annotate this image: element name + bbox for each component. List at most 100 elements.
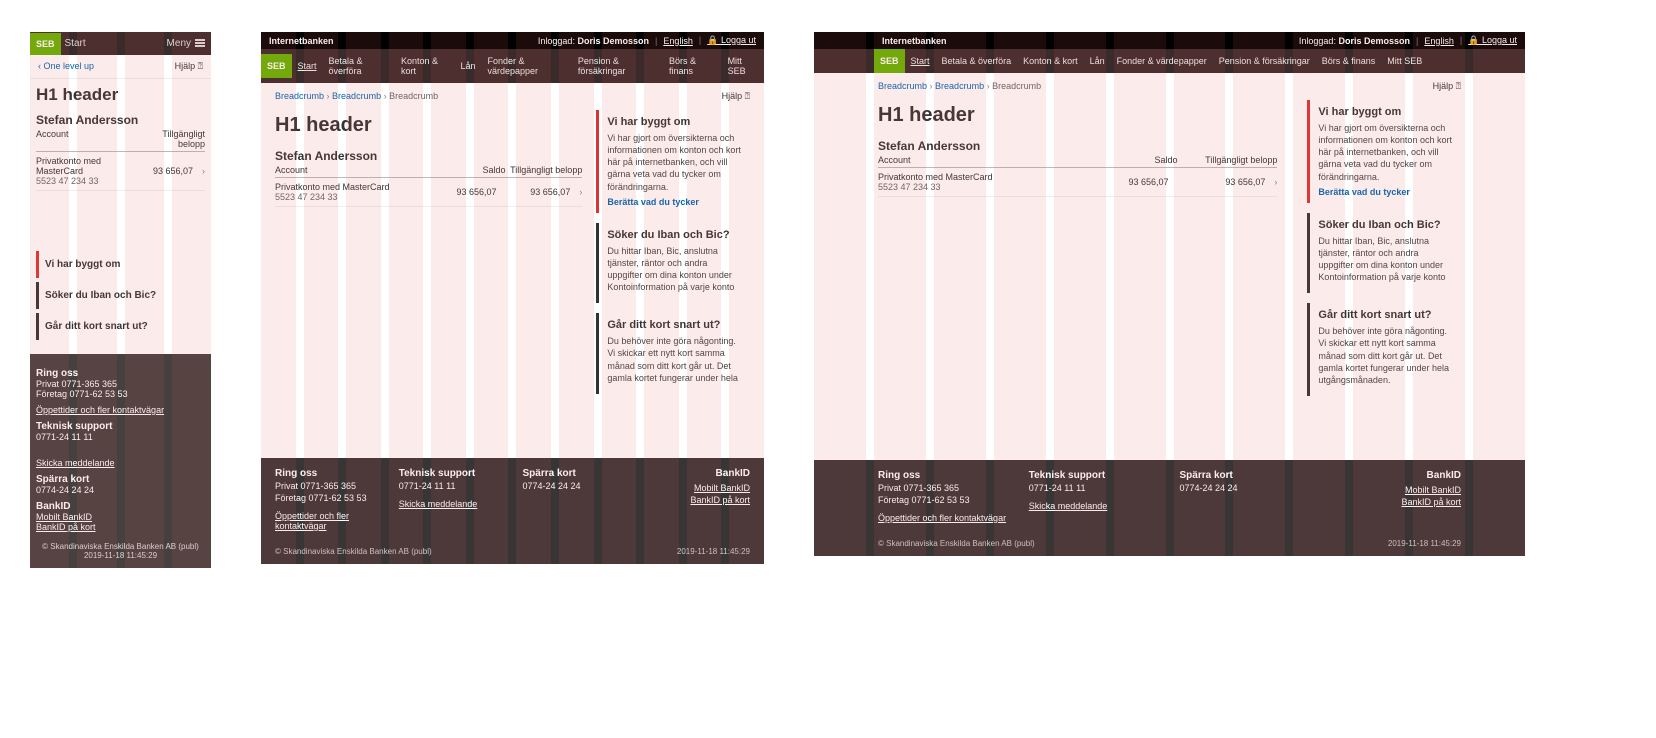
account-table-header: Account Saldo Tillgängligt belopp xyxy=(275,165,582,178)
nav-item[interactable]: Lån xyxy=(454,54,481,78)
footer-bankid-mobilt[interactable]: Mobilt BankID xyxy=(1405,485,1461,495)
account-saldo: 93 656,07 xyxy=(1072,177,1169,187)
desktop-frame: Internetbanken Inloggad: Doris Demosson … xyxy=(814,32,1525,556)
crumb-c: Breadcrumb xyxy=(992,81,1041,91)
account-table-header: Account Tillgängligt belopp xyxy=(36,129,205,152)
footer-bankid-kort[interactable]: BankID på kort xyxy=(1401,497,1461,507)
footer-legal: © Skandinaviska Enskilda Banken AB (publ… xyxy=(42,542,199,551)
footer-bankid-mobilt[interactable]: Mobilt BankID xyxy=(694,483,750,493)
footer-support-title: Teknisk support xyxy=(1029,470,1160,481)
nav-title: Start xyxy=(61,38,161,49)
card-title: Söker du Iban och Bic? xyxy=(607,229,742,241)
mobile-frame: SEB Start Meny One level up Hjälp H1 hea… xyxy=(30,32,211,568)
nav-item[interactable]: Pension & försäkringar xyxy=(572,49,663,83)
nav-start[interactable]: Start xyxy=(905,49,936,73)
card-iban[interactable]: Söker du Iban och Bic? xyxy=(36,282,205,309)
nav-item[interactable]: Börs & finans xyxy=(1316,49,1382,73)
lock-icon: 🔒 xyxy=(707,35,718,45)
footer-bankid-kort[interactable]: BankID på kort xyxy=(36,522,96,532)
nav-item[interactable]: Fonder & värdepapper xyxy=(481,49,571,83)
account-number: 5523 47 234 33 xyxy=(36,176,141,186)
card-kort: Går ditt kort snart ut? Du behöver inte … xyxy=(1307,303,1461,396)
account-row[interactable]: Privatkonto med MasterCard 5523 47 234 3… xyxy=(36,152,205,191)
account-row[interactable]: Privatkonto med MasterCard 5523 47 234 3… xyxy=(878,168,1277,197)
help-link[interactable]: Hjälp xyxy=(722,91,750,102)
footer-bankid-mobilt[interactable]: Mobilt BankID xyxy=(36,512,92,522)
card-body: Du hittar Iban, Bic, anslutna tjänster, … xyxy=(1318,235,1453,284)
footer-openings[interactable]: Öppettider och fler kontaktvägar xyxy=(878,513,1009,523)
footer-ring-privat: Privat 0771-365 365 xyxy=(36,379,205,389)
footer: Ring oss Privat 0771-365 365 Företag 077… xyxy=(814,460,1525,556)
footer-send[interactable]: Skicka meddelande xyxy=(399,499,503,509)
card-rebuild[interactable]: Vi har byggt om xyxy=(36,251,205,278)
app-name: Internetbanken xyxy=(269,36,334,46)
help-link[interactable]: Hjälp xyxy=(1433,81,1461,92)
footer-block-title: Spärra kort xyxy=(36,474,205,485)
card-body: Du behöver inte göra någonting. Vi skick… xyxy=(607,335,742,384)
card-title: Går ditt kort snart ut? xyxy=(607,319,742,331)
footer-bankid-title: BankID xyxy=(1330,470,1461,481)
nav-item[interactable]: Konton & kort xyxy=(1017,49,1084,73)
lang-link[interactable]: English xyxy=(655,36,693,46)
footer-ring-title: Ring oss xyxy=(878,470,1009,481)
nav-item[interactable]: Betala & överföra xyxy=(323,49,395,83)
footer-support-num: 0771-24 11 11 xyxy=(399,481,503,491)
account-saldo: 93 656,07 xyxy=(423,187,497,197)
footer-send[interactable]: Skicka meddelande xyxy=(1029,501,1160,511)
card-title: Söker du Iban och Bic? xyxy=(1318,219,1453,231)
card-link[interactable]: Berätta vad du tycker xyxy=(607,197,699,207)
menu-button[interactable]: Meny xyxy=(161,32,211,55)
nav-item[interactable]: Mitt SEB xyxy=(1381,49,1428,73)
breadcrumb-row: Breadcrumb Breadcrumb Breadcrumb Hjälp xyxy=(261,83,764,110)
nav-item[interactable]: Mitt SEB xyxy=(722,49,764,83)
footer-block-num: 0774-24 24 24 xyxy=(36,485,205,495)
footer-timestamp: 2019-11-18 11:45:29 xyxy=(1388,539,1461,548)
nav-item[interactable]: Fonder & värdepapper xyxy=(1111,49,1213,73)
footer-send[interactable]: Skicka meddelande xyxy=(36,458,115,468)
page-title: H1 header xyxy=(275,114,582,137)
footer-ring-title: Ring oss xyxy=(36,368,205,379)
footer: Ring oss Privat 0771-365 365 Företag 077… xyxy=(261,458,764,564)
footer-support-title: Teknisk support xyxy=(399,468,503,479)
footer-block-title: Spärra kort xyxy=(1180,470,1311,481)
logo: SEB xyxy=(261,54,292,78)
help-link[interactable]: Hjälp xyxy=(175,61,203,72)
page-title: H1 header xyxy=(36,85,205,105)
nav-item[interactable]: Börs & finans xyxy=(663,49,722,83)
crumb-b[interactable]: Breadcrumb xyxy=(935,81,984,91)
chevron-right-icon: › xyxy=(570,187,582,197)
mobile-footer: Ring oss Privat 0771-365 365 Företag 077… xyxy=(30,354,211,568)
footer-legal: © Skandinaviska Enskilda Banken AB (publ… xyxy=(878,539,1035,548)
navbar: SEB Start Betala & överföra Konton & kor… xyxy=(261,49,764,83)
crumb-a[interactable]: Breadcrumb xyxy=(878,81,927,91)
nav-item[interactable]: Pension & försäkringar xyxy=(1213,49,1316,73)
footer-bankid-kort[interactable]: BankID på kort xyxy=(690,495,750,505)
card-link[interactable]: Berätta vad du tycker xyxy=(1318,187,1410,197)
account-row[interactable]: Privatkonto med MasterCard 5523 47 234 3… xyxy=(275,178,582,207)
card-title: Går ditt kort snart ut? xyxy=(1318,309,1453,321)
footer-openings[interactable]: Öppettider och fler kontaktvägar xyxy=(36,405,164,415)
lang-link[interactable]: English xyxy=(1416,36,1454,46)
card-rebuild: Vi har byggt om Vi har gjort om översikt… xyxy=(596,110,750,213)
logged-in-user: Inloggad: Doris Demosson xyxy=(538,36,649,46)
card-body: Vi har gjort om översikterna och informa… xyxy=(1318,122,1453,183)
logout-link[interactable]: 🔒 Logga ut xyxy=(1460,35,1517,46)
nav-item[interactable]: Lån xyxy=(1084,49,1111,73)
crumb-a[interactable]: Breadcrumb xyxy=(275,91,324,101)
card-rebuild: Vi har byggt om Vi har gjort om översikt… xyxy=(1307,100,1461,203)
crumb-b[interactable]: Breadcrumb xyxy=(332,91,381,101)
card-kort[interactable]: Går ditt kort snart ut? xyxy=(36,313,205,340)
chevron-right-icon: › xyxy=(1265,177,1277,187)
footer-bankid-title: BankID xyxy=(646,468,750,479)
nav-item[interactable]: Konton & kort xyxy=(395,49,454,83)
nav-item[interactable]: Betala & överföra xyxy=(936,49,1018,73)
nav-start[interactable]: Start xyxy=(292,54,323,78)
footer-openings[interactable]: Öppettider och fler kontaktvägar xyxy=(275,511,379,531)
account-owner: Stefan Andersson xyxy=(36,113,205,127)
back-link[interactable]: One level up xyxy=(38,61,94,72)
footer-ring-privat: Privat 0771-365 365 xyxy=(878,483,1009,493)
account-name: Privatkonto med MasterCard xyxy=(275,182,390,192)
account-table-header: Account Saldo Tillgängligt belopp xyxy=(878,155,1277,168)
account-name: Privatkonto med MasterCard xyxy=(36,156,101,176)
logout-link[interactable]: 🔒 Logga ut xyxy=(699,35,756,46)
